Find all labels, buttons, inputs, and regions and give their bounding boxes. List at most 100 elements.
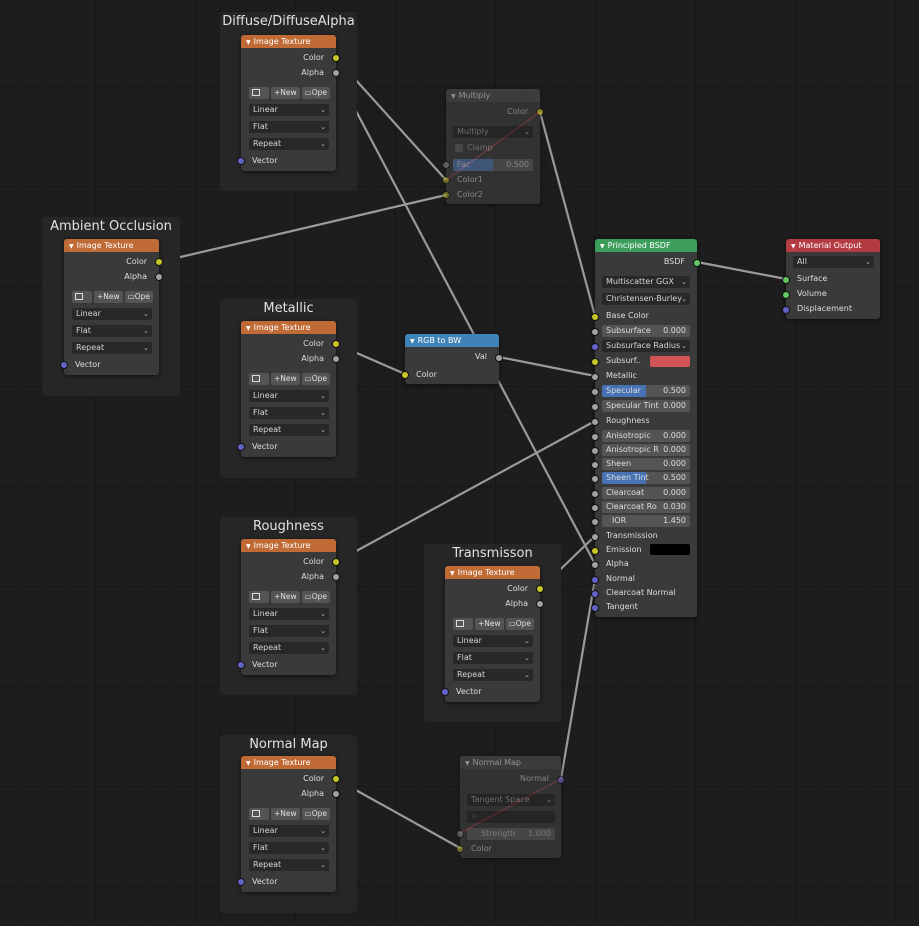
sheen-tint-socket[interactable] (591, 475, 599, 483)
interpolation-dropdown[interactable]: Linear ⌄ (249, 825, 329, 837)
projection-dropdown[interactable]: Flat ⌄ (249, 842, 329, 854)
tangent-socket[interactable] (591, 604, 599, 612)
alpha-socket[interactable] (591, 561, 599, 569)
extension-dropdown[interactable]: Repeat ⌄ (453, 669, 533, 681)
normal-socket[interactable] (591, 576, 599, 584)
image-texture-node-normal[interactable]: ▼ Image Texture Color Alpha +New ▭Ope Lin… (237, 756, 340, 892)
open-image-button[interactable]: ▭Ope (301, 808, 331, 820)
clearcoat-field[interactable]: Clearcoat 0.000 (602, 487, 690, 499)
specular-tint-field[interactable]: Specular Tint 0.000 (602, 400, 690, 412)
subsurface-method-dropdown[interactable]: Christensen-Burley ⌄ (602, 293, 690, 305)
node-header[interactable]: ▼ Image Texture (241, 539, 336, 552)
mix-multiply-node[interactable]: ▼ Multiply Color Multiply ⌄ Clamp Fac 0.500… (442, 89, 544, 204)
output-bsdf-socket[interactable] (693, 259, 701, 267)
input-color-socket[interactable] (401, 371, 409, 379)
material-output-node[interactable]: ▼ Material Output All ⌄ Surface Volume Dis… (782, 239, 880, 319)
node-header[interactable]: ▼ Normal Map (460, 756, 561, 769)
image-texture-node-ao[interactable]: ▼ Image Texture Color Alpha +New ▭Ope Lin… (60, 239, 163, 375)
input-vector-socket[interactable] (60, 361, 68, 369)
input-color1-socket[interactable] (442, 176, 450, 184)
strength-field[interactable]: Strength 1.000 (467, 828, 555, 840)
image-selector[interactable]: +New ▭Ope (249, 591, 331, 603)
open-image-button[interactable]: ▭Ope (301, 87, 331, 99)
subsurface-socket[interactable] (591, 328, 599, 336)
input-color-socket[interactable] (456, 845, 464, 853)
collapse-arrow-icon[interactable]: ▼ (600, 243, 605, 250)
image-selector[interactable]: +New ▭Ope (249, 808, 331, 820)
rgb-to-bw-node[interactable]: ▼ RGB to BW Val Color (401, 334, 503, 384)
subsurface-color-swatch[interactable] (650, 356, 690, 367)
input-vector-socket[interactable] (237, 878, 245, 886)
node-header[interactable]: ▼ Material Output (786, 239, 880, 252)
output-alpha-socket[interactable] (155, 273, 163, 281)
new-image-button[interactable]: +New (475, 618, 504, 630)
image-browse-icon[interactable] (453, 618, 473, 630)
anisotropic-field[interactable]: Anisotropic 0.000 (602, 430, 690, 442)
subsurface-color-socket[interactable] (591, 358, 599, 366)
roughness-socket[interactable] (591, 418, 599, 426)
displacement-socket[interactable] (782, 306, 790, 314)
interpolation-dropdown[interactable]: Linear ⌄ (453, 635, 533, 647)
output-color-socket[interactable] (332, 340, 340, 348)
image-selector[interactable]: +New ▭Ope (249, 373, 331, 385)
anisotropic-rotation-field[interactable]: Anisotropic R 0.000 (602, 444, 690, 456)
anisotropic-socket[interactable] (591, 433, 599, 441)
collapse-arrow-icon[interactable]: ▼ (246, 543, 251, 550)
image-browse-icon[interactable] (249, 373, 269, 385)
ior-socket[interactable] (591, 518, 599, 526)
collapse-arrow-icon[interactable]: ▼ (465, 760, 470, 767)
interpolation-dropdown[interactable]: Linear ⌄ (249, 104, 329, 116)
collapse-arrow-icon[interactable]: ▼ (246, 39, 251, 46)
output-alpha-socket[interactable] (332, 573, 340, 581)
collapse-arrow-icon[interactable]: ▼ (69, 243, 74, 250)
node-header[interactable]: ▼ Image Texture (241, 321, 336, 334)
clearcoat-socket[interactable] (591, 490, 599, 498)
image-texture-node-transmission[interactable]: ▼ Image Texture Color Alpha +New ▭Ope Lin… (441, 566, 544, 702)
sheen-field[interactable]: Sheen 0.000 (602, 458, 690, 470)
metallic-socket[interactable] (591, 373, 599, 381)
sheen-socket[interactable] (591, 461, 599, 469)
clamp-checkbox[interactable] (455, 144, 463, 152)
node-header[interactable]: ▼ Image Texture (241, 756, 336, 769)
projection-dropdown[interactable]: Flat ⌄ (249, 407, 329, 419)
emission-color-swatch[interactable] (650, 544, 690, 555)
input-vector-socket[interactable] (237, 157, 245, 165)
surface-socket[interactable] (782, 276, 790, 284)
target-dropdown[interactable]: All ⌄ (793, 256, 874, 268)
projection-dropdown[interactable]: Flat ⌄ (72, 325, 152, 337)
base-color-socket[interactable] (591, 313, 599, 321)
projection-dropdown[interactable]: Flat ⌄ (453, 652, 533, 664)
collapse-arrow-icon[interactable]: ▼ (246, 325, 251, 332)
clearcoat-roughness-socket[interactable] (591, 504, 599, 512)
specular-field[interactable]: Specular 0.500 (602, 385, 690, 397)
subsurface-radius-socket[interactable] (591, 343, 599, 351)
sheen-tint-field[interactable]: Sheen Tint 0.500 (602, 472, 690, 484)
projection-dropdown[interactable]: Flat ⌄ (249, 121, 329, 133)
open-image-button[interactable]: ▭Ope (301, 591, 331, 603)
projection-dropdown[interactable]: Flat ⌄ (249, 625, 329, 637)
extension-dropdown[interactable]: Repeat ⌄ (249, 859, 329, 871)
collapse-arrow-icon[interactable]: ▼ (451, 93, 456, 100)
image-browse-icon[interactable] (72, 291, 92, 303)
fac-slider[interactable]: Fac 0.500 (453, 159, 533, 171)
image-selector[interactable]: +New ▭Ope (249, 87, 331, 99)
open-image-button[interactable]: ▭Ope (124, 291, 154, 303)
ior-field[interactable]: IOR 1.450 (602, 515, 690, 527)
clearcoat-normal-socket[interactable] (591, 590, 599, 598)
new-image-button[interactable]: +New (271, 87, 300, 99)
image-browse-icon[interactable] (249, 808, 269, 820)
node-header[interactable]: ▼ RGB to BW (405, 334, 499, 347)
output-color-socket[interactable] (332, 558, 340, 566)
input-vector-socket[interactable] (441, 688, 449, 696)
new-image-button[interactable]: +New (271, 808, 300, 820)
node-header[interactable]: ▼ Principled BSDF (595, 239, 697, 252)
collapse-arrow-icon[interactable]: ▼ (450, 570, 455, 577)
input-fac-socket[interactable] (442, 161, 450, 169)
interpolation-dropdown[interactable]: Linear ⌄ (72, 308, 152, 320)
subsurface-field[interactable]: Subsurface 0.000 (602, 325, 690, 337)
output-alpha-socket[interactable] (332, 69, 340, 77)
specular-socket[interactable] (591, 388, 599, 396)
collapse-arrow-icon[interactable]: ▼ (246, 760, 251, 767)
image-selector[interactable]: +New ▭Ope (72, 291, 154, 303)
output-alpha-socket[interactable] (332, 355, 340, 363)
